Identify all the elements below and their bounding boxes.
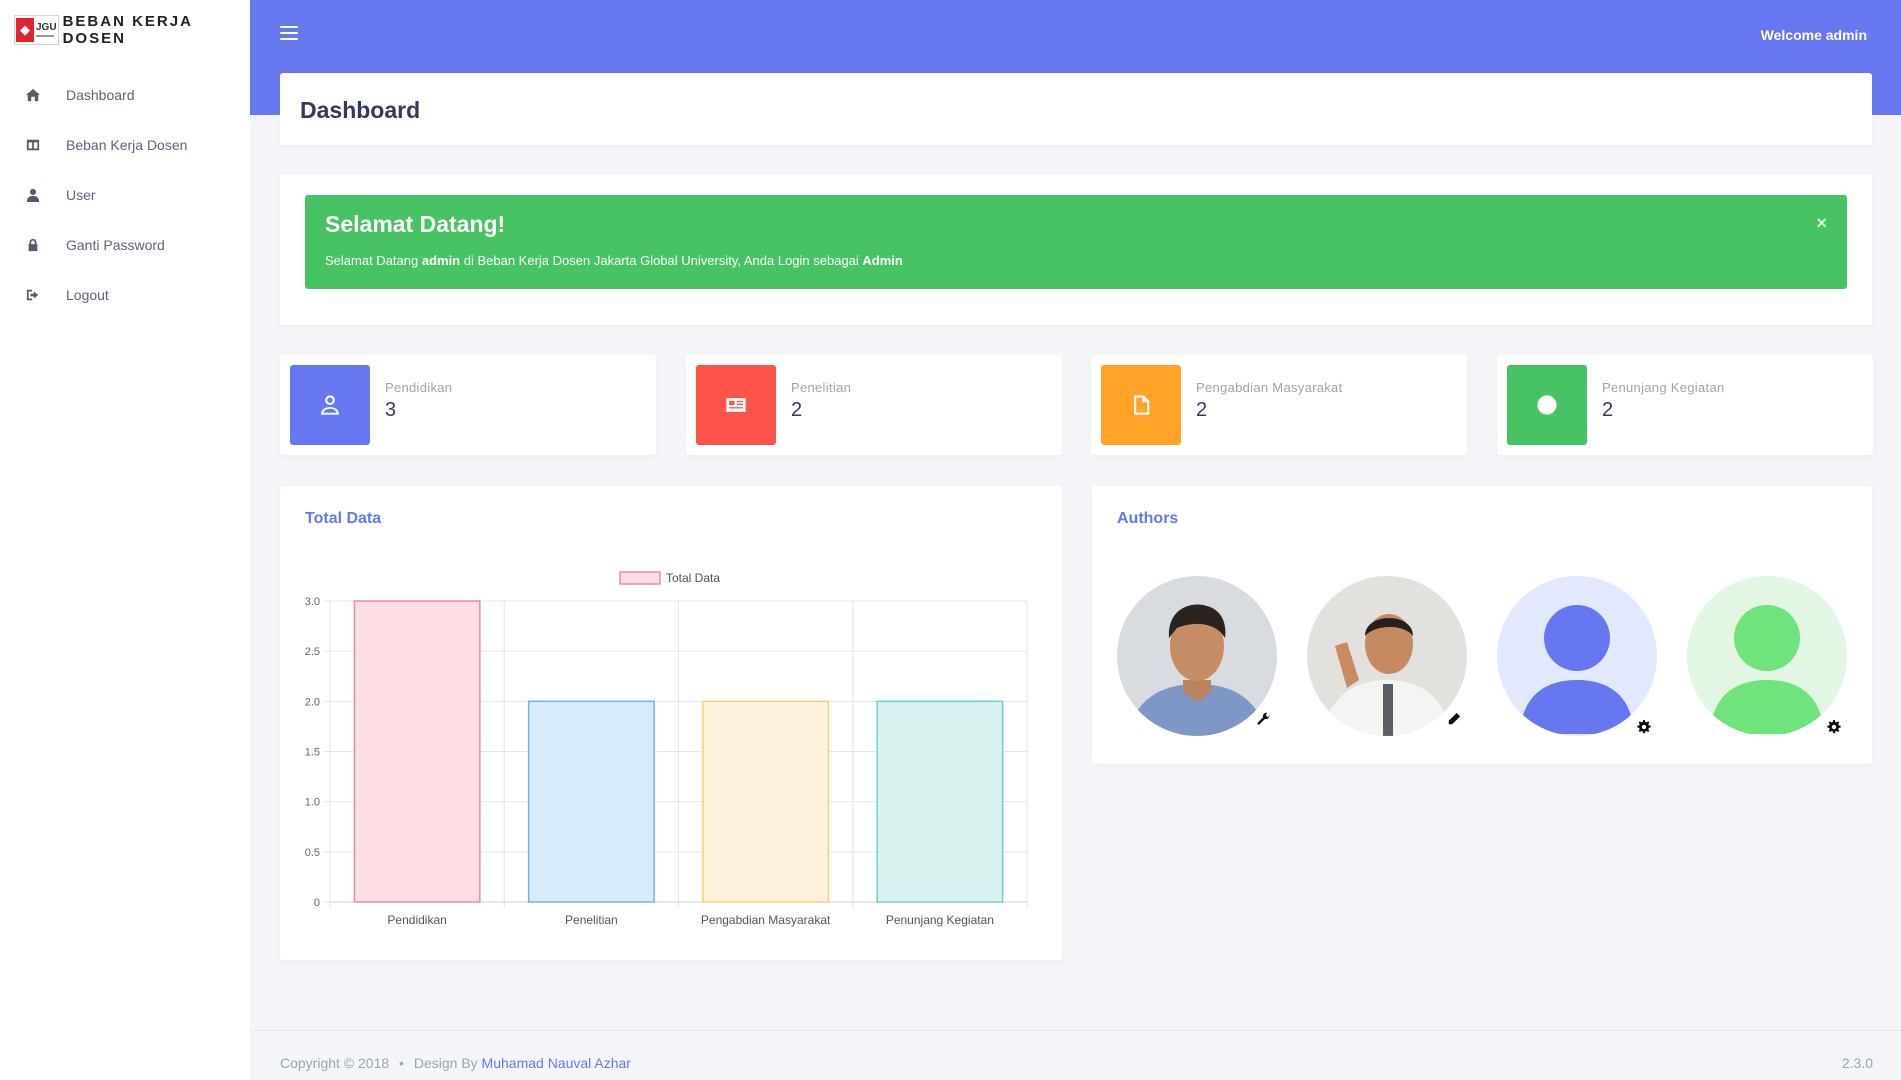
stat-value: 2 bbox=[1196, 399, 1208, 421]
sidebar-item-label: Beban Kerja Dosen bbox=[66, 137, 188, 153]
home-icon bbox=[26, 88, 40, 102]
stat-value: 2 bbox=[791, 399, 803, 421]
circle-icon bbox=[1507, 365, 1587, 445]
sidebar-item-ganti-password[interactable]: Ganti Password bbox=[0, 220, 250, 270]
stat-value: 2 bbox=[1602, 399, 1614, 421]
bar bbox=[876, 700, 1004, 903]
y-tick-label: 0 bbox=[314, 897, 320, 909]
y-tick-label: 0.5 bbox=[305, 847, 320, 859]
bar bbox=[353, 600, 481, 903]
x-tick-label: Pendidikan bbox=[387, 913, 446, 927]
authors-title: Authors bbox=[1117, 510, 1179, 527]
sidebar-item-label: Ganti Password bbox=[66, 237, 165, 253]
stat-card-pengabdian-masyarakat: Pengabdian Masyarakat 2 bbox=[1091, 355, 1467, 455]
sidebar-item-user[interactable]: User bbox=[0, 170, 250, 220]
sidebar-item-beban-kerja-dosen[interactable]: Beban Kerja Dosen bbox=[0, 120, 250, 170]
newspaper-icon bbox=[696, 365, 776, 445]
pencil-icon bbox=[1447, 712, 1461, 726]
stat-card-penelitian: Penelitian 2 bbox=[686, 355, 1062, 455]
alert-role: Admin bbox=[862, 253, 903, 268]
stat-label: Pengabdian Masyarakat bbox=[1196, 380, 1343, 395]
brand-logo: ◆ JGU bbox=[14, 15, 59, 45]
sidebar: ◆ JGU BEBAN KERJA DOSEN Dashboard Beban … bbox=[0, 0, 250, 1080]
author-avatar-3[interactable] bbox=[1497, 576, 1657, 736]
stat-label: Penelitian bbox=[791, 380, 852, 395]
sidebar-item-label: User bbox=[66, 187, 96, 203]
x-tick-label: Penelitian bbox=[565, 913, 618, 927]
lock-icon bbox=[26, 238, 40, 252]
stat-label: Pendidikan bbox=[385, 380, 453, 395]
alert-title: Selamat Datang! bbox=[325, 211, 506, 237]
user-icon bbox=[26, 188, 40, 202]
y-tick-label: 2.5 bbox=[305, 646, 320, 658]
gear-icon bbox=[1827, 720, 1841, 734]
welcome-alert: Selamat Datang! Selamat Datang admin di … bbox=[305, 195, 1847, 289]
stat-value: 3 bbox=[385, 399, 397, 421]
x-tick-label: Pengabdian Masyarakat bbox=[701, 913, 831, 927]
file-icon bbox=[1101, 365, 1181, 445]
alert-user: admin bbox=[421, 253, 461, 268]
footer: Copyright © 2018 • Design By Muhamad Nau… bbox=[250, 1030, 1901, 1080]
alert-text: Selamat Datang admin di Beban Kerja Dose… bbox=[325, 253, 903, 268]
y-tick-label: 1.5 bbox=[305, 747, 320, 759]
y-tick-label: 1.0 bbox=[305, 797, 320, 809]
sidebar-item-dashboard[interactable]: Dashboard bbox=[0, 70, 250, 120]
gear-icon bbox=[1637, 720, 1651, 734]
welcome-card: Selamat Datang! Selamat Datang admin di … bbox=[280, 175, 1872, 325]
sign-out-icon bbox=[26, 288, 40, 302]
footer-author-link[interactable]: Muhamad Nauval Azhar bbox=[482, 1055, 631, 1071]
table-icon bbox=[26, 138, 40, 152]
user-outline-icon bbox=[290, 365, 370, 445]
sidebar-item-logout[interactable]: Logout bbox=[0, 270, 250, 320]
footer-version: 2.3.0 bbox=[1841, 1055, 1873, 1071]
chart-card: Total Data 0 0.5 1.0 1.5 2.0 2.5 3.0 Pendidikan… bbox=[280, 486, 1062, 960]
footer-copyright: Copyright © 2018 • Design By Muhamad Nau… bbox=[280, 1055, 631, 1071]
author-avatar-1[interactable] bbox=[1117, 576, 1277, 736]
bar bbox=[702, 700, 830, 903]
stat-card-pendidikan: Pendidikan 3 bbox=[280, 355, 656, 455]
sidebar-item-label: Dashboard bbox=[66, 87, 135, 103]
bar-chart: 0 0.5 1.0 1.5 2.0 2.5 3.0 Pendidikan Penelitian P… bbox=[305, 571, 1028, 927]
close-icon[interactable]: × bbox=[1816, 213, 1827, 234]
welcome-user[interactable]: Welcome admin bbox=[1761, 27, 1867, 43]
logo-mark-icon: ◆ bbox=[16, 18, 34, 42]
brand-name: BEBAN KERJA DOSEN bbox=[62, 13, 193, 47]
legend-swatch bbox=[619, 571, 661, 585]
bar bbox=[527, 700, 655, 903]
sidebar-item-label: Logout bbox=[66, 287, 109, 303]
menu-toggle-icon[interactable] bbox=[280, 26, 298, 40]
stat-card-penunjang-kegiatan: Penunjang Kegiatan 2 bbox=[1497, 355, 1873, 455]
page-header: Dashboard bbox=[280, 73, 1872, 145]
y-tick-label: 2.0 bbox=[305, 696, 320, 708]
author-avatar-4[interactable] bbox=[1687, 576, 1847, 736]
sidebar-nav: Dashboard Beban Kerja Dosen User Ganti P… bbox=[0, 70, 250, 320]
logo-text: JGU bbox=[36, 22, 57, 33]
y-tick-label: 3.0 bbox=[305, 596, 320, 608]
author-avatar-2[interactable] bbox=[1307, 576, 1467, 736]
wrench-icon bbox=[1257, 712, 1271, 726]
legend-label: Total Data bbox=[666, 571, 720, 585]
page-title: Dashboard bbox=[300, 97, 421, 123]
brand[interactable]: ◆ JGU BEBAN KERJA DOSEN bbox=[0, 0, 250, 60]
stat-label: Penunjang Kegiatan bbox=[1602, 380, 1725, 395]
authors-card: Authors bbox=[1092, 486, 1872, 764]
x-tick-label: Penunjang Kegiatan bbox=[886, 913, 994, 927]
